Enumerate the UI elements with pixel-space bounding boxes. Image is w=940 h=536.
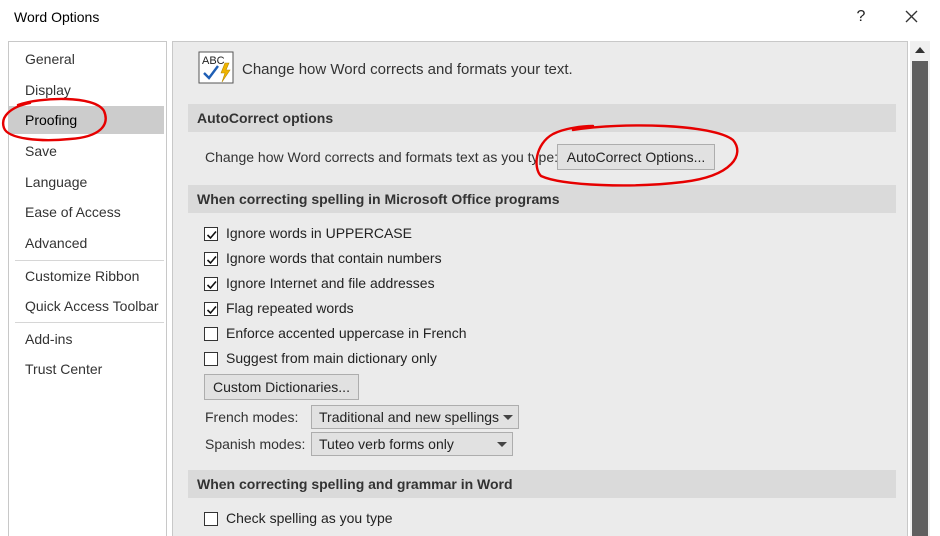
checkbox-unchecked[interactable] bbox=[204, 352, 218, 366]
checkbox-checked[interactable] bbox=[204, 227, 218, 241]
title-bar: Word Options ? bbox=[0, 0, 940, 34]
close-icon bbox=[905, 10, 918, 23]
options-sidebar: General Display Proofing Save Language E… bbox=[8, 41, 167, 536]
option-label: Ignore Internet and file addresses bbox=[226, 275, 435, 291]
option-label: Enforce accented uppercase in French bbox=[226, 325, 467, 341]
option-label: Ignore words in UPPERCASE bbox=[226, 225, 412, 241]
arrow-up-icon bbox=[915, 47, 925, 53]
section-spelling-grammar-word: When correcting spelling and grammar in … bbox=[188, 470, 896, 498]
checkbox-checked[interactable] bbox=[204, 277, 218, 291]
chevron-down-icon bbox=[497, 442, 507, 447]
sidebar-divider bbox=[15, 322, 164, 323]
page-header-text: Change how Word corrects and formats you… bbox=[242, 61, 573, 78]
spanish-modes-select[interactable]: Tuteo verb forms only bbox=[311, 432, 513, 456]
sidebar-item-save[interactable]: Save bbox=[9, 137, 164, 165]
abc-check-icon: ABC bbox=[198, 51, 234, 84]
sidebar-item-general[interactable]: General bbox=[9, 45, 164, 73]
scroll-up-button[interactable] bbox=[910, 41, 930, 59]
sidebar-item-customize-ribbon[interactable]: Customize Ribbon bbox=[9, 262, 164, 290]
option-label: Flag repeated words bbox=[226, 300, 354, 316]
sidebar-item-ease-of-access[interactable]: Ease of Access bbox=[9, 198, 164, 226]
autocorrect-options-button[interactable]: AutoCorrect Options... bbox=[557, 144, 715, 170]
checkbox-checked[interactable] bbox=[204, 302, 218, 316]
option-label: Check spelling as you type bbox=[226, 510, 393, 526]
french-modes-select[interactable]: Traditional and new spellings bbox=[311, 405, 519, 429]
sidebar-item-proofing[interactable]: Proofing bbox=[9, 106, 164, 134]
proofing-panel: ABC Change how Word corrects and formats… bbox=[172, 41, 908, 536]
autocorrect-label: Change how Word corrects and formats tex… bbox=[205, 149, 559, 165]
custom-dictionaries-button[interactable]: Custom Dictionaries... bbox=[204, 374, 359, 400]
section-spelling-office: When correcting spelling in Microsoft Of… bbox=[188, 185, 896, 213]
french-modes-value: Traditional and new spellings bbox=[319, 409, 500, 425]
option-label: Suggest from main dictionary only bbox=[226, 350, 437, 366]
help-button[interactable]: ? bbox=[848, 4, 874, 30]
vertical-scrollbar[interactable] bbox=[910, 41, 930, 536]
checkmark-icon bbox=[206, 280, 217, 290]
checkmark-icon bbox=[206, 255, 217, 265]
checkbox-checked[interactable] bbox=[204, 252, 218, 266]
sidebar-item-language[interactable]: Language bbox=[9, 168, 164, 196]
close-button[interactable] bbox=[897, 4, 925, 30]
sidebar-divider bbox=[15, 260, 164, 261]
abc-icon-text: ABC bbox=[202, 55, 225, 67]
checkmark-icon bbox=[206, 230, 217, 240]
scroll-thumb[interactable] bbox=[912, 61, 928, 536]
spanish-modes-label: Spanish modes: bbox=[205, 436, 306, 452]
sidebar-item-quick-access-toolbar[interactable]: Quick Access Toolbar bbox=[9, 292, 164, 320]
spanish-modes-value: Tuteo verb forms only bbox=[319, 436, 454, 452]
section-autocorrect-options: AutoCorrect options bbox=[188, 104, 896, 132]
checkbox-unchecked[interactable] bbox=[204, 512, 218, 526]
option-label: Ignore words that contain numbers bbox=[226, 250, 442, 266]
sidebar-item-advanced[interactable]: Advanced bbox=[9, 229, 164, 257]
sidebar-item-display[interactable]: Display bbox=[9, 76, 164, 104]
window-title: Word Options bbox=[14, 9, 100, 25]
sidebar-item-trust-center[interactable]: Trust Center bbox=[9, 355, 164, 383]
french-modes-label: French modes: bbox=[205, 409, 299, 425]
checkbox-unchecked[interactable] bbox=[204, 327, 218, 341]
checkmark-icon bbox=[206, 305, 217, 315]
sidebar-item-add-ins[interactable]: Add-ins bbox=[9, 325, 164, 353]
chevron-down-icon bbox=[503, 415, 513, 420]
